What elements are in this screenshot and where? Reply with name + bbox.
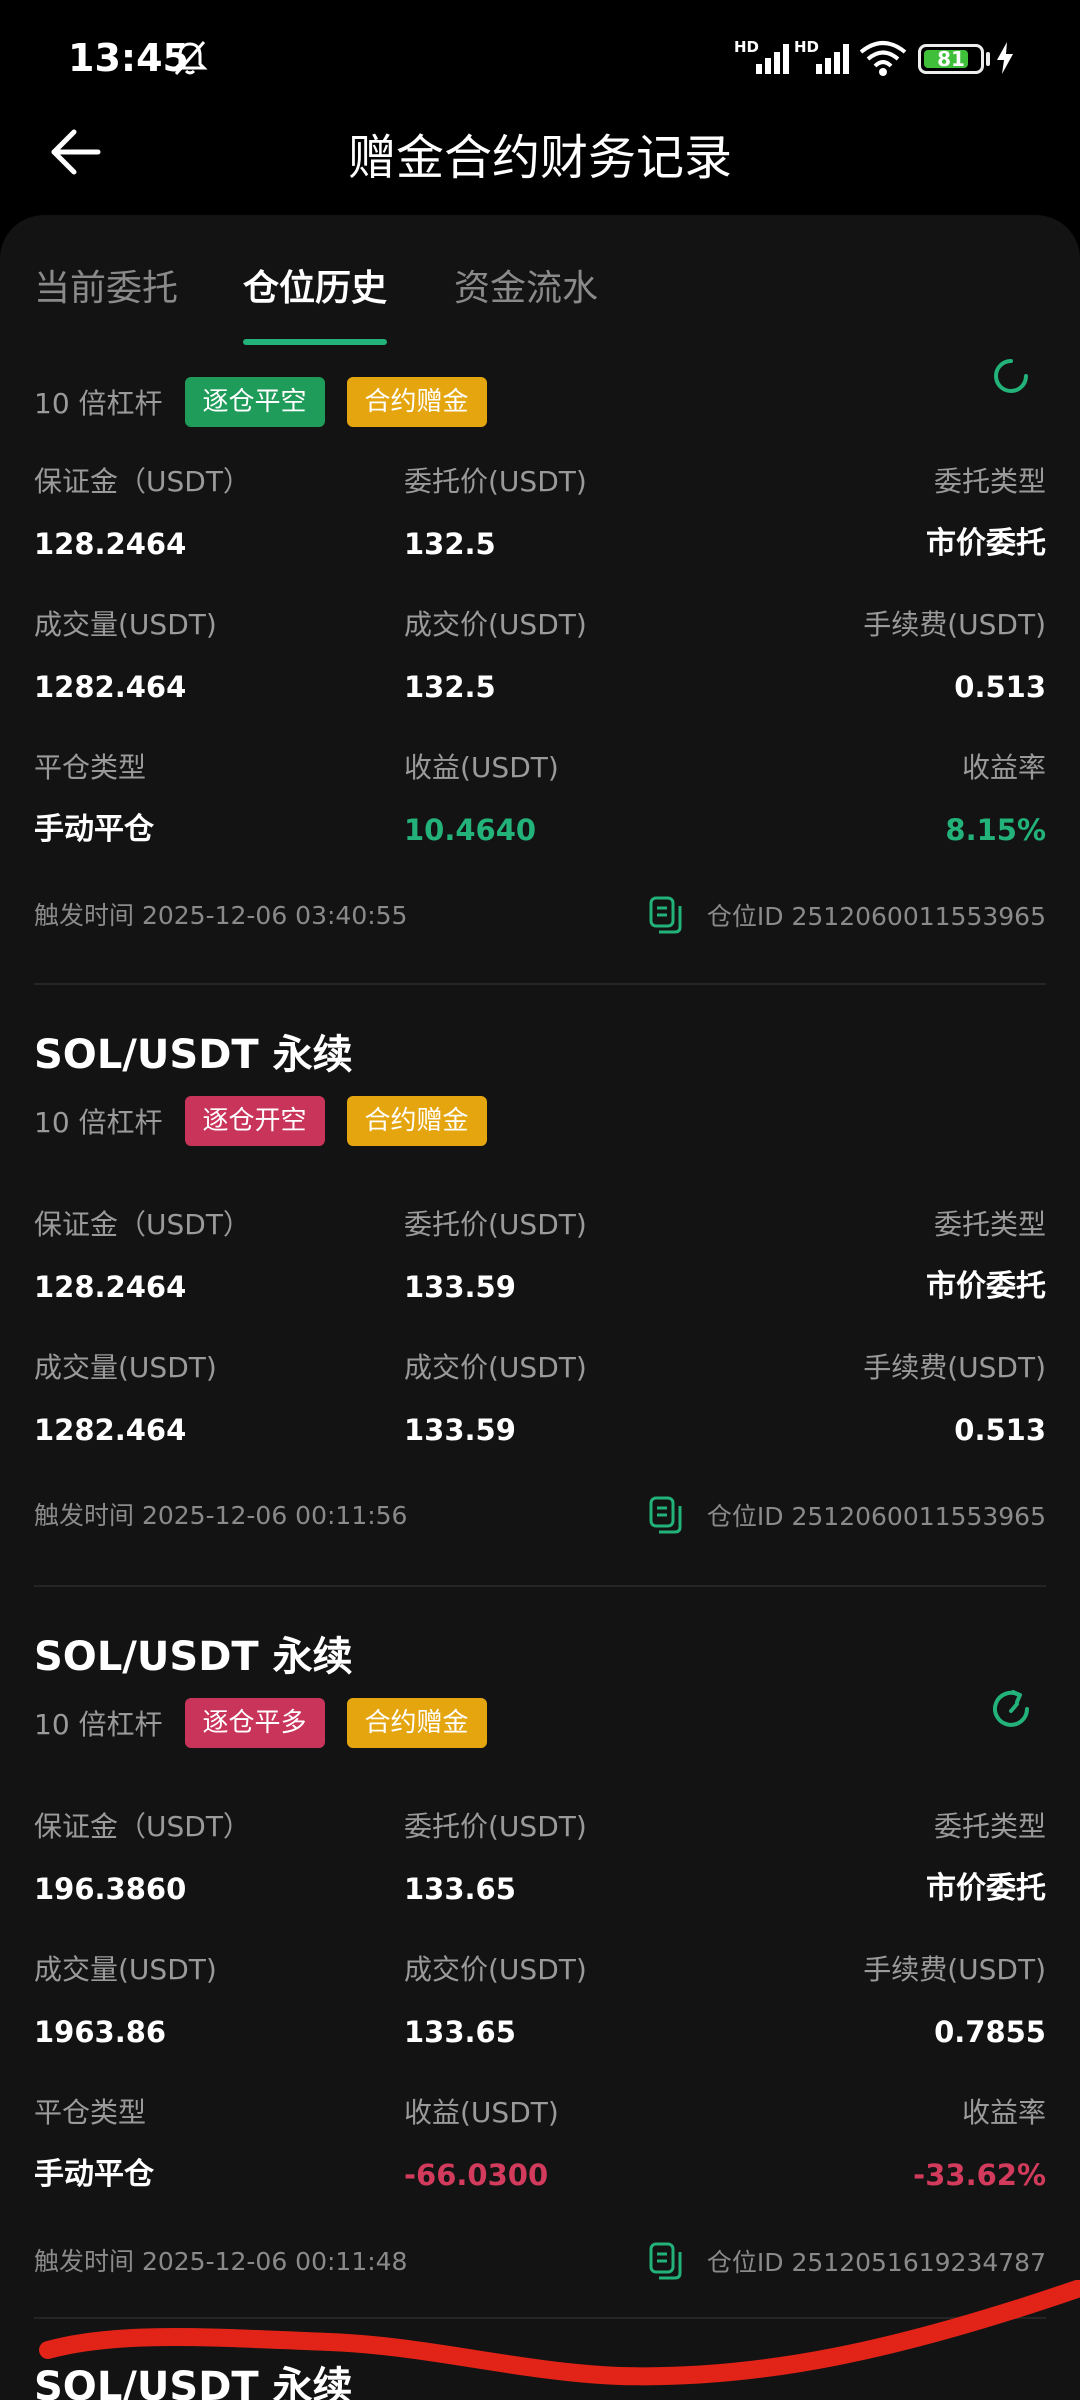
position-side-tag: 逐仓开空 [184, 1096, 325, 1146]
close-type-label: 平仓类型 [34, 751, 147, 784]
bonus-tag: 合约赠金 [346, 1698, 487, 1748]
position-id-text: 仓位ID 2512060011553965 [706, 1502, 1046, 1531]
battery-percent: 81 [937, 47, 965, 71]
fee-value: 0.513 [954, 1413, 1046, 1447]
margin-label: 保证金（USDT） [34, 1810, 251, 1843]
refresh-icon[interactable] [986, 1684, 1036, 1734]
bonus-tag: 合约赠金 [346, 377, 487, 427]
order-type-value: 市价委托 [926, 1871, 1046, 1906]
copy-icon[interactable] [649, 896, 683, 934]
margin-label: 保证金（USDT） [34, 1208, 251, 1241]
volume-value: 1282.464 [34, 670, 187, 704]
battery-icon: 81 [918, 44, 984, 74]
content-sheet: 当前委托 仓位历史 资金流水 10 倍杠杆 逐仓平空 合约赠金 保证金（USDT… [0, 215, 1080, 2400]
trigger-time: 触发时间 2025-12-06 00:11:48 [34, 2247, 408, 2276]
bonus-tag: 合约赠金 [346, 1096, 487, 1146]
fill-price-value: 133.59 [404, 1413, 516, 1447]
position-id-text: 仓位ID 2512051619234787 [706, 2248, 1046, 2277]
battery-tip [986, 52, 990, 66]
trigger-time: 触发时间 2025-12-06 00:11:56 [34, 1501, 408, 1530]
margin-value: 128.2464 [34, 527, 187, 561]
tab-current-orders[interactable]: 当前委托 [34, 259, 178, 311]
pnl-value: -66.0300 [404, 2158, 549, 2192]
status-bar: 13:45 HD HD 81 [0, 0, 1080, 120]
position-record: SOL/USDT 永续 10 倍杠杆 逐仓平多 合约赠金 保证金（USDT） 19… [34, 1624, 1046, 2280]
fee-label: 手续费(USDT) [863, 1953, 1046, 1986]
leverage-label: 10 倍杠杆 [34, 387, 163, 420]
order-price-label: 委托价(USDT) [404, 1208, 587, 1241]
record-divider [34, 983, 1046, 985]
page-title: 赠金合约财务记录 [347, 130, 732, 186]
red-annotation-line [39, 2280, 1080, 2386]
order-type-label: 委托类型 [933, 465, 1046, 498]
copy-icon[interactable] [649, 1496, 683, 1534]
order-type-label: 委托类型 [933, 1208, 1046, 1241]
margin-value: 196.3860 [34, 1872, 187, 1906]
pair-title: SOL/USDT 永续 [34, 1634, 353, 1680]
order-type-value: 市价委托 [926, 1269, 1046, 1304]
leverage-label: 10 倍杠杆 [34, 1708, 163, 1741]
tab-fund-flow[interactable]: 资金流水 [454, 259, 598, 311]
order-price-value: 132.5 [404, 527, 496, 561]
position-record: SOL/USDT 永续 10 倍杠杆 逐仓开空 合约赠金 保证金（USDT） 12… [34, 1022, 1046, 1534]
volume-label: 成交量(USDT) [34, 1953, 217, 1986]
order-type-label: 委托类型 [933, 1810, 1046, 1843]
position-side-tag: 逐仓平多 [184, 1698, 325, 1748]
close-type-label: 平仓类型 [34, 2096, 147, 2129]
margin-value: 128.2464 [34, 1270, 187, 1304]
order-price-value: 133.59 [404, 1270, 516, 1304]
volume-label: 成交量(USDT) [34, 608, 217, 641]
position-id: 仓位ID 2512060011553965 [649, 896, 1046, 934]
tab-bar: 当前委托 仓位历史 资金流水 [0, 215, 1080, 347]
order-price-value: 133.65 [404, 1872, 516, 1906]
pair-title: SOL/USDT 永续 [34, 1032, 353, 1078]
fill-price-value: 132.5 [404, 670, 496, 704]
order-price-label: 委托价(USDT) [404, 465, 587, 498]
roi-value: -33.62% [913, 2158, 1046, 2192]
fill-price-label: 成交价(USDT) [404, 1953, 587, 1986]
volume-value: 1963.86 [34, 2015, 167, 2049]
leverage-label: 10 倍杠杆 [34, 1106, 163, 1139]
fill-price-value: 133.65 [404, 2015, 516, 2049]
refresh-icon[interactable] [986, 351, 1036, 401]
record-list[interactable]: 10 倍杠杆 逐仓平空 合约赠金 保证金（USDT） 128.2464 委托价(U… [0, 347, 1080, 2400]
fill-price-label: 成交价(USDT) [404, 1351, 587, 1384]
fee-label: 手续费(USDT) [863, 608, 1046, 641]
volume-label: 成交量(USDT) [34, 1351, 217, 1384]
pnl-label: 收益(USDT) [404, 2096, 559, 2129]
record-divider [34, 1585, 1046, 1587]
bell-muted-icon [172, 41, 208, 75]
position-id: 仓位ID 2512060011553965 [649, 1496, 1046, 1534]
charging-icon [997, 42, 1013, 74]
volume-value: 1282.464 [34, 1413, 187, 1447]
position-side-tag: 逐仓平空 [184, 377, 325, 427]
close-type-value: 手动平仓 [34, 2157, 154, 2192]
signal-icon [756, 44, 789, 74]
trigger-time: 触发时间 2025-12-06 03:40:55 [34, 901, 408, 930]
margin-label: 保证金（USDT） [34, 465, 251, 498]
roi-label: 收益率 [961, 751, 1046, 784]
copy-icon[interactable] [649, 2242, 683, 2280]
fee-value: 0.7855 [934, 2015, 1046, 2049]
wifi-icon [859, 41, 907, 76]
fee-label: 手续费(USDT) [863, 1351, 1046, 1384]
order-type-value: 市价委托 [926, 526, 1046, 561]
fill-price-label: 成交价(USDT) [404, 608, 587, 641]
signal-icon-2 [816, 44, 849, 74]
position-id-text: 仓位ID 2512060011553965 [706, 902, 1046, 931]
position-id: 仓位ID 2512051619234787 [649, 2242, 1046, 2280]
fee-value: 0.513 [954, 670, 1046, 704]
order-price-label: 委托价(USDT) [404, 1810, 587, 1843]
tab-active-indicator [243, 339, 387, 345]
roi-value: 8.15% [945, 813, 1046, 847]
pnl-value: 10.4640 [404, 813, 537, 847]
roi-label: 收益率 [961, 2096, 1046, 2129]
tab-position-history[interactable]: 仓位历史 [243, 259, 387, 311]
pnl-label: 收益(USDT) [404, 751, 559, 784]
close-type-value: 手动平仓 [34, 812, 154, 847]
